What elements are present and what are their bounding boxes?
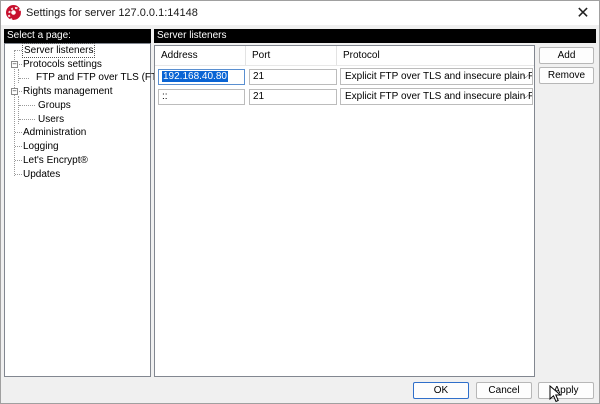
close-icon[interactable]: ✕: [573, 3, 593, 23]
page-selector-header: Select a page:: [4, 29, 151, 43]
port-field[interactable]: 21: [249, 89, 337, 105]
remove-button[interactable]: Remove: [539, 67, 594, 84]
ok-button[interactable]: OK: [413, 382, 469, 399]
cancel-button[interactable]: Cancel: [476, 382, 532, 399]
column-header-protocol[interactable]: Protocol: [337, 46, 534, 66]
tree-item-lets-encrypt[interactable]: Let's Encrypt®: [23, 154, 88, 167]
title-bar: Settings for server 127.0.0.1:14148 ✕: [1, 1, 599, 25]
tree-item-administration[interactable]: Administration: [23, 126, 86, 139]
listeners-table: Address Port Protocol 192.168.40.80 21 E…: [154, 45, 535, 377]
address-field[interactable]: 192.168.40.80: [158, 69, 245, 85]
column-header-port[interactable]: Port: [246, 46, 337, 66]
settings-window: Settings for server 127.0.0.1:14148 ✕ Se…: [0, 0, 600, 404]
collapse-icon[interactable]: −: [11, 88, 18, 95]
page-title: Server listeners: [154, 29, 596, 43]
apply-button[interactable]: Apply: [538, 382, 594, 399]
column-header-address[interactable]: Address: [155, 46, 246, 66]
add-button[interactable]: Add: [539, 47, 594, 64]
chevron-down-icon: ⌵: [522, 91, 529, 101]
protocol-select[interactable]: Explicit FTP over TLS and insecure plain…: [340, 68, 533, 85]
filezilla-server-icon: [6, 5, 23, 22]
protocol-value: Explicit FTP over TLS and insecure plain…: [345, 71, 533, 82]
window-title: Settings for server 127.0.0.1:14148: [26, 7, 198, 19]
port-field[interactable]: 21: [249, 69, 337, 85]
tree-item-protocols-settings[interactable]: Protocols settings: [23, 58, 102, 71]
tree-item-users[interactable]: Users: [38, 113, 64, 126]
chevron-down-icon: ⌵: [522, 71, 529, 81]
collapse-icon[interactable]: −: [11, 61, 18, 68]
protocol-select[interactable]: Explicit FTP over TLS and insecure plain…: [340, 88, 533, 105]
tree-item-rights-management[interactable]: Rights management: [23, 85, 113, 98]
page-tree: Server listeners − Protocols settings FT…: [4, 43, 174, 377]
tree-item-groups[interactable]: Groups: [38, 99, 71, 112]
tree-item-logging[interactable]: Logging: [23, 140, 59, 153]
mouse-pointer-icon: [549, 385, 562, 403]
protocol-value: Explicit FTP over TLS and insecure plain…: [345, 91, 533, 102]
address-value: 192.168.40.80: [162, 71, 228, 82]
address-field[interactable]: ::: [158, 89, 245, 105]
tree-item-updates[interactable]: Updates: [23, 168, 60, 181]
tree-item-server-listeners[interactable]: Server listeners: [21, 43, 96, 58]
